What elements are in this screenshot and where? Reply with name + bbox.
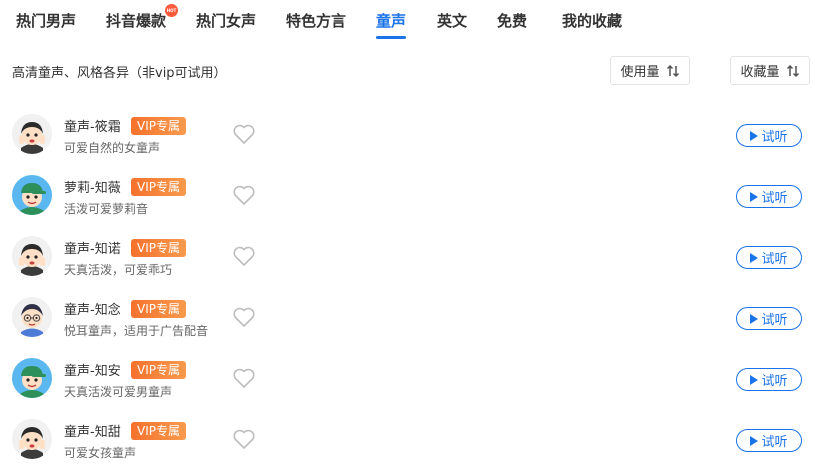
voice-description: 可爱女孩童声 [64, 446, 137, 460]
glasses-kid-avatar [12, 297, 52, 337]
vip-badge: VIP专属 [131, 178, 186, 196]
tab-label: 特色方言 [286, 12, 347, 30]
vip-badge: VIP专属 [131, 361, 186, 379]
preview-button[interactable]: 试听 [736, 429, 802, 452]
voice-row[interactable]: 童声-知诺 VIP专属 天真活泼，可爱乖巧 试听 [0, 226, 813, 288]
tab-my-favorites[interactable]: 我的收藏 [562, 10, 622, 32]
girl-avatar [12, 236, 52, 276]
voice-name: 童声-筱霜 [64, 120, 121, 135]
tab-hot-male[interactable]: 热门男声 [16, 10, 76, 32]
voice-description: 悦耳童声，适用于广告配音 [64, 324, 209, 338]
sort-icon [786, 64, 799, 77]
tab-douyin-hits[interactable]: 抖音爆款 HOT [106, 4, 179, 32]
voice-name: 萝莉-知薇 [64, 181, 121, 196]
voice-row[interactable]: 童声-筱霜 VIP专属 可爱自然的女童声 试听 [0, 104, 813, 166]
tab-label: 我的收藏 [562, 12, 623, 30]
boy-cap-avatar [12, 358, 52, 398]
voice-row[interactable]: 童声-知安 VIP专属 天真活泼可爱男童声 试听 [0, 348, 813, 410]
preview-button[interactable]: 试听 [736, 246, 802, 269]
tab-label: 童声 [376, 12, 407, 30]
tab-label: 英文 [437, 12, 468, 30]
tab-dialect[interactable]: 特色方言 [286, 10, 346, 32]
tab-free[interactable]: 免费 [497, 10, 527, 32]
category-tabs: 热门男声 抖音爆款 HOT 热门女声 特色方言 童声 英文 免费 我的收藏 [0, 0, 813, 44]
vip-badge: VIP专属 [131, 117, 186, 135]
heart-icon[interactable] [232, 428, 256, 450]
preview-button[interactable]: 试听 [736, 368, 802, 391]
sort-icon [666, 64, 679, 77]
heart-icon[interactable] [232, 367, 256, 389]
vip-badge: VIP专属 [131, 300, 186, 318]
voice-description: 可爱自然的女童声 [64, 141, 161, 155]
voice-row[interactable]: 萝莉-知薇 VIP专属 活泼可爱萝莉音 试听 [0, 165, 813, 227]
voice-name: 童声-知安 [64, 364, 121, 379]
boy-cap-avatar [12, 175, 52, 215]
preview-label: 试听 [761, 374, 788, 389]
voice-description: 天真活泼，可爱乖巧 [64, 263, 173, 277]
preview-button[interactable]: 试听 [736, 124, 802, 147]
vip-badge: VIP专属 [131, 239, 186, 257]
active-tab-indicator [376, 36, 407, 39]
play-icon [750, 313, 759, 324]
preview-label: 试听 [761, 435, 788, 450]
vip-badge: VIP专属 [131, 422, 186, 440]
sort-by-usage-button[interactable]: 使用量 [610, 56, 690, 85]
heart-icon[interactable] [232, 123, 256, 145]
play-icon [750, 252, 759, 263]
voice-name: 童声-知念 [64, 303, 121, 318]
voice-description: 活泼可爱萝莉音 [64, 202, 149, 216]
sort-label: 使用量 [620, 65, 660, 80]
tab-label: 热门男声 [16, 12, 77, 30]
girl-avatar [12, 114, 52, 154]
voice-row[interactable]: 童声-知甜 VIP专属 可爱女孩童声 试听 [0, 409, 813, 470]
tab-english[interactable]: 英文 [437, 10, 467, 32]
play-icon [750, 130, 759, 141]
heart-icon[interactable] [232, 306, 256, 328]
preview-button[interactable]: 试听 [736, 307, 802, 330]
preview-button[interactable]: 试听 [736, 185, 802, 208]
tab-hot-female[interactable]: 热门女声 [196, 10, 256, 32]
play-icon [750, 374, 759, 385]
sort-label: 收藏量 [740, 65, 780, 80]
preview-label: 试听 [761, 191, 788, 206]
preview-label: 试听 [761, 130, 788, 145]
category-subtitle: 高清童声、风格各异（非vip可试用） [12, 66, 227, 81]
heart-icon[interactable] [232, 184, 256, 206]
voice-name: 童声-知甜 [64, 425, 121, 440]
tab-label: 免费 [497, 12, 528, 30]
hot-icon: HOT [165, 4, 179, 17]
girl-avatar [12, 419, 52, 459]
preview-label: 试听 [761, 252, 788, 267]
play-icon [750, 191, 759, 202]
heart-icon[interactable] [232, 245, 256, 267]
voice-name: 童声-知诺 [64, 242, 121, 257]
tab-child-voice[interactable]: 童声 [376, 10, 407, 39]
voice-description: 天真活泼可爱男童声 [64, 385, 173, 399]
play-icon [750, 435, 759, 446]
tab-label: 热门女声 [196, 12, 257, 30]
sort-by-favorites-button[interactable]: 收藏量 [730, 56, 810, 85]
tab-label: 抖音爆款 [106, 12, 167, 30]
voice-row[interactable]: 童声-知念 VIP专属 悦耳童声，适用于广告配音 试听 [0, 287, 813, 349]
preview-label: 试听 [761, 313, 788, 328]
